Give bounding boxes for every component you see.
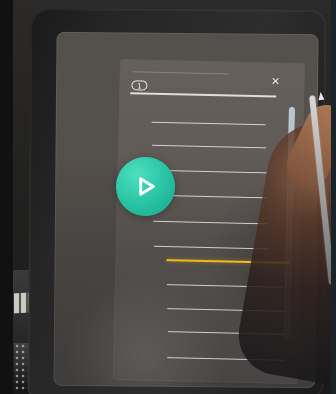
right-edge xyxy=(331,0,336,394)
play-button[interactable] xyxy=(116,157,175,216)
list-line-5 xyxy=(153,220,268,225)
panel-top-bar xyxy=(132,71,229,75)
page-number-badge: 1 xyxy=(131,80,148,91)
touchscreen-photo: 1 × xyxy=(0,0,336,394)
panel-header-line xyxy=(130,92,277,98)
close-icon[interactable]: × xyxy=(269,74,281,87)
list-line-6 xyxy=(153,245,268,250)
list-line-1 xyxy=(151,121,266,126)
left-gutter xyxy=(0,0,13,394)
list-line-2 xyxy=(152,144,267,149)
play-icon xyxy=(139,177,155,196)
stylus-tip xyxy=(317,91,325,101)
